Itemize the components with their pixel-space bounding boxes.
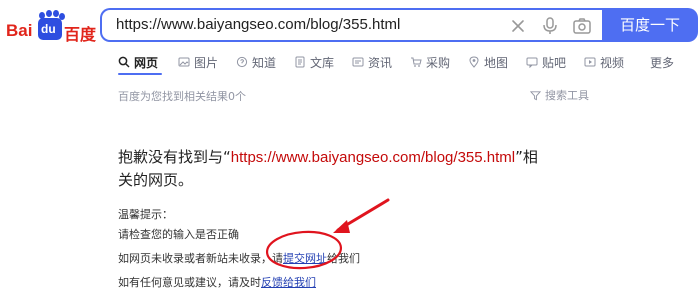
result-count: 百度为您找到相关结果0个 <box>118 90 246 103</box>
search-tools-label: 搜索工具 <box>545 89 589 102</box>
tab-tieba[interactable]: 贴吧 <box>526 52 566 72</box>
tab-map[interactable]: 地图 <box>468 52 508 72</box>
filter-icon <box>530 90 541 100</box>
not-found-message: 抱歉没有找到与“https://www.baiyangseo.com/blog/… <box>118 146 548 191</box>
annotation-overlay <box>265 198 390 270</box>
news-icon <box>352 57 364 67</box>
tab-web[interactable]: 网页 <box>118 52 158 72</box>
question-icon <box>236 56 248 68</box>
tip-submit-prefix: 如网页未收录或者新站未收录，请 <box>118 252 283 265</box>
tab-label: 更多 <box>650 55 675 70</box>
tab-label: 视频 <box>600 55 625 70</box>
tab-wenku[interactable]: 文库 <box>294 52 334 72</box>
tab-label: 资讯 <box>368 55 393 70</box>
active-tab-indicator <box>118 73 162 75</box>
cart-icon <box>411 57 422 67</box>
tab-label: 图片 <box>194 55 219 70</box>
tab-label: 采购 <box>426 55 451 70</box>
tab-news[interactable]: 资讯 <box>352 52 392 72</box>
clear-icon[interactable] <box>508 16 528 36</box>
tip-feedback-prefix: 如有任何意见或建议，请及时 <box>118 276 261 289</box>
tab-label: 网页 <box>134 55 159 70</box>
tips-title: 温馨提示： <box>118 208 173 221</box>
tab-images[interactable]: 图片 <box>178 52 218 72</box>
search-icon <box>118 56 130 68</box>
feedback-link[interactable]: 反馈给我们 <box>261 276 316 289</box>
search-box[interactable]: https://www.baiyangseo.com/blog/355.html <box>100 8 602 42</box>
tab-label: 贴吧 <box>542 55 567 70</box>
logo-du-text: du <box>41 22 56 36</box>
search-button[interactable]: 百度一下 <box>602 8 698 42</box>
logo-cn-text: 百度 <box>64 25 97 44</box>
tip-check-input: 请检查您的输入是否正确 <box>118 228 239 241</box>
camera-icon[interactable] <box>572 16 592 36</box>
paw-toe <box>46 10 52 17</box>
logo-bai-text: Bai <box>6 21 33 40</box>
tab-zhidao[interactable]: 知道 <box>236 52 276 72</box>
video-icon <box>584 57 596 67</box>
tab-label: 文库 <box>310 55 335 70</box>
microphone-icon[interactable] <box>540 16 560 36</box>
search-tools[interactable]: 搜索工具 <box>530 87 589 103</box>
search-tabs: 网页 图片 知道 文库 资讯 采购 地图 贴吧 视频 更多 <box>118 52 698 72</box>
baidu-logo[interactable]: Bai du 百度 <box>6 9 97 44</box>
tab-video[interactable]: 视频 <box>584 52 624 72</box>
search-input[interactable]: https://www.baiyangseo.com/blog/355.html <box>116 10 496 40</box>
tip-submit-url: 如网页未收录或者新站未收录，请提交网址给我们 <box>118 250 360 266</box>
tab-purchase[interactable]: 采购 <box>410 52 450 72</box>
image-icon <box>178 57 190 67</box>
not-found-prefix: 抱歉没有找到与“ <box>118 148 231 166</box>
forum-icon <box>526 57 538 68</box>
tab-label: 地图 <box>484 55 509 70</box>
annotation-arrow-shaft <box>336 198 390 232</box>
submit-url-link[interactable]: 提交网址 <box>283 252 327 265</box>
tab-label: 知道 <box>252 55 277 70</box>
document-icon <box>295 56 305 68</box>
map-pin-icon <box>469 56 479 68</box>
tip-submit-suffix: 给我们 <box>327 252 360 265</box>
not-found-url: https://www.baiyangseo.com/blog/355.html <box>230 149 516 166</box>
tip-feedback: 如有任何意见或建议，请及时反馈给我们 <box>118 274 316 290</box>
annotation-arrow-head <box>333 220 350 233</box>
tab-more[interactable]: 更多 <box>650 52 674 72</box>
